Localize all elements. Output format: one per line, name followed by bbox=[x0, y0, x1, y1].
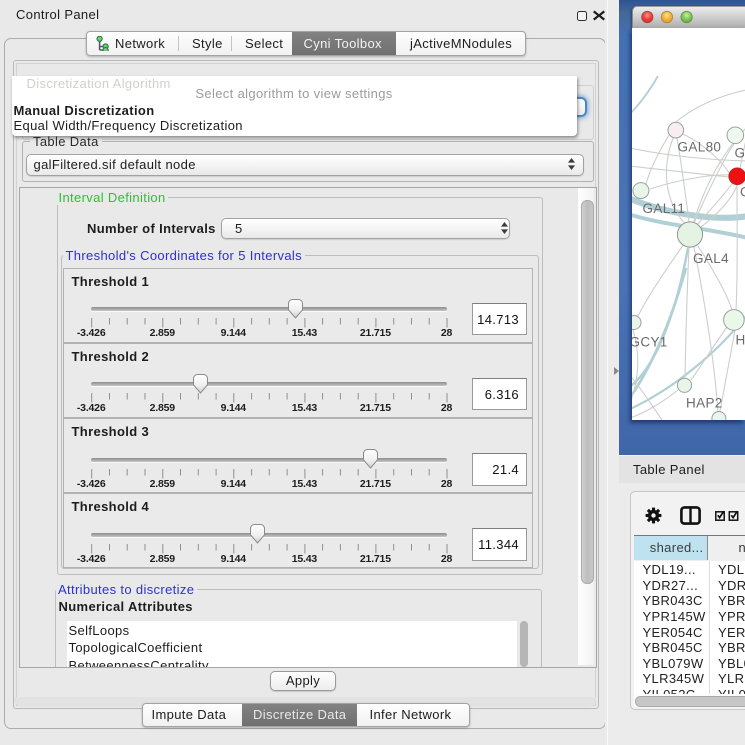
svg-text:GCY1: GCY1 bbox=[632, 334, 668, 349]
svg-text:GAL4: GAL4 bbox=[693, 251, 729, 266]
svg-text:GAL11: GAL11 bbox=[642, 201, 685, 216]
svg-text:H: H bbox=[735, 332, 745, 347]
svg-text:GA: GA bbox=[734, 145, 745, 160]
svg-text:GAL80: GAL80 bbox=[677, 139, 721, 154]
svg-text:HAP2: HAP2 bbox=[686, 395, 723, 410]
svg-text:C: C bbox=[740, 184, 745, 199]
